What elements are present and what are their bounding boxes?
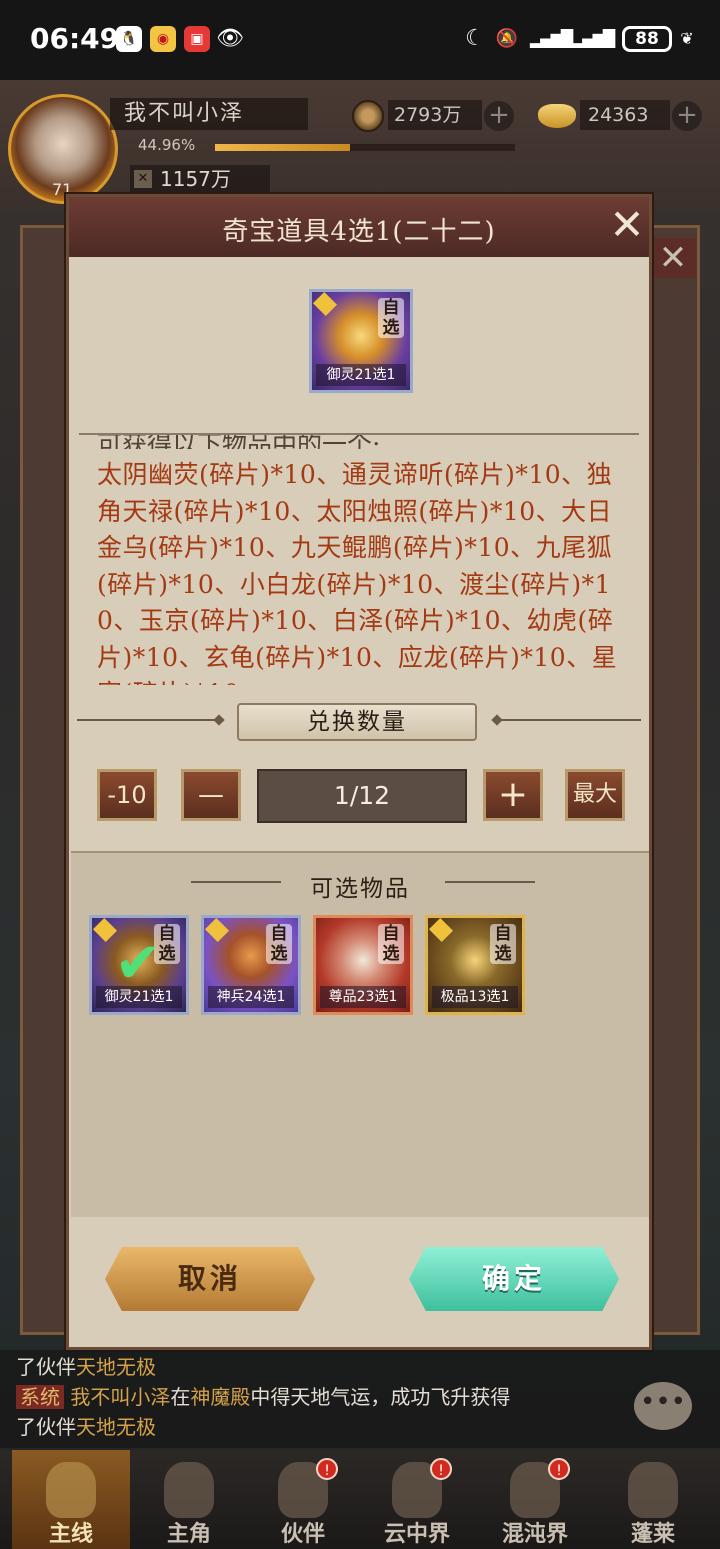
option-tile-shenbing[interactable]: 自选 神兵24选1: [201, 915, 301, 1015]
mute-icon: 🔕: [495, 28, 519, 49]
optional-badge: 自选: [378, 298, 404, 338]
puzzle-gem-icon: [312, 291, 338, 317]
chat-feed[interactable]: 了伙伴天地无极 系统 我不叫小泽在神魔殿中得天地气运，成功飞升获得 了伙伴天地无…: [0, 1350, 720, 1448]
chat-bubble-icon[interactable]: •••: [634, 1382, 692, 1430]
optional-items-panel: 可选物品 自选 ✔ 御灵21选1 自选 神兵24选1 自选 尊品23选1 自选 …: [71, 851, 649, 1217]
battery-indicator: 88: [622, 26, 672, 52]
chat-text: 了伙伴: [16, 1415, 76, 1439]
player-name: 我不叫小泽: [110, 98, 308, 130]
moon-icon: ☾: [465, 26, 485, 51]
item-label: 神兵24选1: [208, 986, 294, 1008]
nav-label: 混沌界: [501, 1521, 568, 1547]
exp-percent: 44.96%: [138, 136, 196, 154]
eye-icon: 👁: [216, 26, 244, 51]
cancel-label: 取消: [177, 1262, 242, 1295]
gold-ingot-icon: [538, 104, 576, 128]
nav-label: 蓬莱: [630, 1521, 675, 1547]
player-link: 我不叫小泽: [70, 1385, 171, 1409]
app-notification-icon: ▣: [184, 26, 210, 52]
puzzle-gem-icon: [428, 917, 454, 943]
divider-dot: [213, 714, 225, 726]
option-tile-zunpin[interactable]: 自选 尊品23选1: [313, 915, 413, 1015]
description-cut-line: 可获得以下物品中的一个:: [97, 433, 381, 449]
signal-icon: ▂▄▆█: [530, 29, 573, 48]
status-bar: 06:49 🐧 ◉ ▣ 👁 ☾ 🔕 ▂▄▆█ ▂▄▆█ 88 ❦: [0, 0, 720, 80]
minus-10-button[interactable]: -10: [97, 769, 157, 821]
crossed-swords-icon: [46, 1462, 96, 1518]
chat-text: 了伙伴: [16, 1355, 76, 1379]
nav-penglai[interactable]: 蓬莱: [594, 1450, 712, 1549]
quantity-field[interactable]: 1/12: [257, 769, 467, 823]
qq-icon: 🐧: [116, 26, 142, 52]
nav-main-quest[interactable]: 主线: [12, 1450, 130, 1549]
close-icon[interactable]: ✕: [609, 204, 645, 246]
optional-badge: 自选: [266, 924, 292, 964]
partner-name: 天地无极: [76, 1355, 156, 1379]
max-button[interactable]: 最大: [565, 769, 625, 821]
optional-items-title: 可选物品: [310, 876, 410, 902]
signal-2-icon: ▂▄▆█: [572, 29, 615, 48]
add-copper-button[interactable]: +: [484, 101, 514, 131]
cancel-button[interactable]: 取消: [105, 1247, 315, 1311]
exchange-dialog: 奇宝道具4选1(二十二) ✕ 自选 御灵21选1 可获得以下物品中的一个: 太阴…: [66, 194, 652, 1350]
weibo-icon: ◉: [150, 26, 176, 52]
chat-line: 了伙伴天地无极: [16, 1412, 156, 1442]
minus-button[interactable]: —: [181, 769, 241, 821]
divider: [77, 719, 217, 721]
partner-name: 天地无极: [76, 1415, 156, 1439]
system-tag: 系统: [16, 1385, 64, 1409]
nav-chaos-realm[interactable]: ! 混沌界: [476, 1450, 594, 1549]
divider: [497, 719, 641, 721]
background-close-icon: ✕: [650, 238, 696, 278]
exchange-count-label: 兑换数量: [307, 709, 407, 735]
confirm-label: 确定: [481, 1262, 546, 1295]
item-label: 尊品23选1: [320, 986, 406, 1008]
dialog-title: 奇宝道具4选1(二十二): [222, 217, 496, 247]
copper-amount: 2793万: [388, 100, 482, 130]
description-text: 太阴幽荧(碎片)*10、通灵谛听(碎片)*10、独角天禄(碎片)*10、太阳烛照…: [97, 460, 618, 685]
item-label: 御灵21选1: [316, 364, 406, 386]
nav-label: 伙伴: [280, 1521, 325, 1547]
status-time: 06:49: [30, 22, 120, 55]
nav-cloud-realm[interactable]: ! 云中界: [358, 1450, 476, 1549]
alert-badge: !: [430, 1458, 452, 1480]
sage-icon: [628, 1462, 678, 1518]
nav-partner[interactable]: ! 伙伴: [244, 1450, 362, 1549]
divider-dot: [491, 714, 503, 726]
item-label: 极品13选1: [432, 986, 518, 1008]
alert-badge: !: [316, 1458, 338, 1480]
nav-hero[interactable]: 主角: [130, 1450, 248, 1549]
exp-bar: [215, 144, 515, 151]
selected-item-tile[interactable]: 自选 御灵21选1: [309, 289, 413, 393]
nav-label: 主角: [166, 1521, 211, 1547]
alert-badge: !: [548, 1458, 570, 1480]
nav-label: 云中界: [383, 1521, 450, 1547]
exp-bar-fill: [215, 144, 350, 151]
confirm-button[interactable]: 确定: [409, 1247, 619, 1311]
swords-icon: ✕: [134, 170, 152, 188]
nav-label: 主线: [48, 1521, 93, 1547]
place-name: 神魔殿: [190, 1385, 251, 1409]
leaf-icon: ❦: [680, 29, 694, 48]
puzzle-gem-icon: [204, 917, 230, 943]
add-gold-button[interactable]: +: [672, 101, 702, 131]
chat-text: 中得天地气运，成功飞升获得: [250, 1385, 511, 1409]
optional-badge: 自选: [378, 924, 404, 964]
optional-badge: 自选: [490, 924, 516, 964]
option-tile-jipin[interactable]: 自选 极品13选1: [425, 915, 525, 1015]
checkmark-icon: ✔: [114, 931, 162, 996]
item-description: 可获得以下物品中的一个: 太阴幽荧(碎片)*10、通灵谛听(碎片)*10、独角天…: [79, 433, 639, 685]
hero-icon: [164, 1462, 214, 1518]
item-label: 御灵21选1: [96, 986, 182, 1008]
chat-line: 了伙伴天地无极: [16, 1352, 156, 1382]
plus-button[interactable]: +: [483, 769, 543, 821]
copper-coin-icon: [352, 100, 384, 132]
chat-line: 系统 我不叫小泽在神魔殿中得天地气运，成功飞升获得: [16, 1382, 510, 1412]
chat-text: 在: [170, 1385, 191, 1409]
option-tile-yuling[interactable]: 自选 ✔ 御灵21选1: [89, 915, 189, 1015]
gold-amount: 24363: [580, 100, 670, 130]
